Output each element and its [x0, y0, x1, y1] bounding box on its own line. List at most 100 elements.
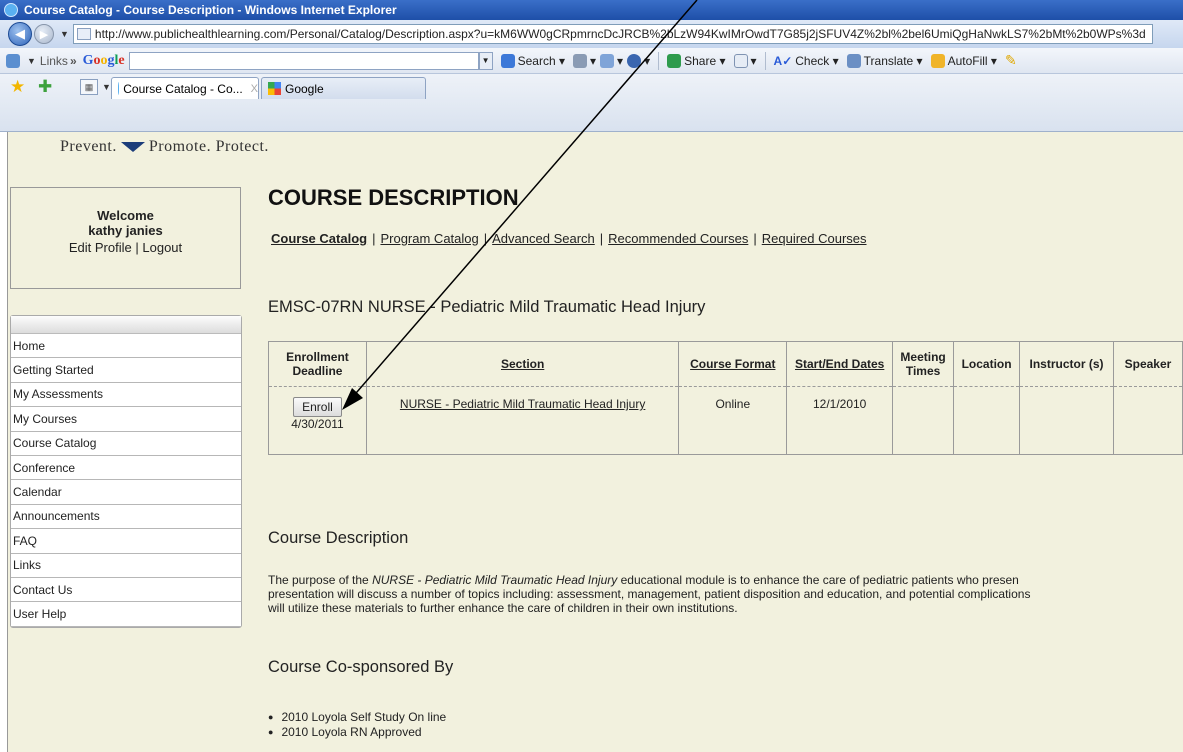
welcome-box: Welcome kathy janies Edit Profile | Logo… — [10, 187, 241, 289]
subnav-program-catalog[interactable]: Program Catalog — [380, 231, 478, 246]
sidebar-item-my-assessments[interactable]: My Assessments — [11, 382, 241, 408]
links-dropdown-icon[interactable]: ▼ — [27, 56, 36, 66]
plus-icon — [600, 53, 615, 68]
google-search-dropdown-icon[interactable]: ▼ — [478, 51, 493, 70]
search-label: Search — [517, 53, 556, 68]
description-line-1: The purpose of the NURSE - Pediatric Mil… — [268, 573, 1183, 587]
browser-window: Course Catalog - Course Description - Wi… — [0, 0, 1183, 752]
translate-label: Translate — [863, 53, 914, 68]
sidewiki-button[interactable]: ▾ — [733, 53, 757, 68]
sidebar-item-links[interactable]: Links — [11, 553, 241, 578]
back-arrow-icon[interactable]: ◀ — [8, 22, 32, 46]
tab-google[interactable]: Google — [261, 77, 426, 99]
header-section-label: Section — [500, 357, 545, 371]
sidebar-item-faq[interactable]: FAQ — [11, 529, 241, 554]
page-content: Prevent. Promote. Protect. Welcome kathy … — [0, 132, 1183, 752]
sidebar-nav: Home Getting Started My Assessments My C… — [10, 315, 242, 628]
sidebar-item-user-help[interactable]: User Help — [11, 602, 241, 627]
subnav-recommended-courses[interactable]: Recommended Courses — [608, 231, 748, 246]
course-description-heading: Course Description — [268, 529, 409, 547]
tab-close-icon[interactable]: X — [251, 83, 258, 95]
description-suffix: educational module is to enhance the car… — [617, 573, 1019, 587]
translate-icon — [846, 53, 861, 68]
forward-arrow-icon[interactable]: ▶ — [34, 24, 54, 44]
description-prefix: The purpose of the — [268, 573, 373, 587]
cell-speaker — [1112, 386, 1183, 455]
cell-enrollment: Enroll 4/30/2011 — [268, 386, 367, 455]
toolbar-separator — [764, 51, 766, 70]
search-button[interactable]: Search ▾ — [500, 53, 565, 68]
enroll-button[interactable]: Enroll — [293, 397, 342, 417]
sections-table: Enrollment Deadline Section Course Forma… — [268, 341, 1183, 455]
subnav-course-catalog[interactable]: Course Catalog — [271, 231, 367, 246]
edit-profile-link[interactable]: Edit Profile — [69, 240, 132, 255]
ie-logo-icon — [4, 3, 18, 17]
sidebar-header — [11, 316, 241, 334]
autofill-button[interactable]: AutoFill ▾ — [930, 53, 997, 68]
toolbar-options-icon[interactable] — [6, 53, 20, 68]
cell-course-format: Online — [678, 386, 788, 455]
course-title: EMSC-07RN NURSE - Pediatric Mild Traumat… — [268, 298, 706, 316]
window-title-bar: Course Catalog - Course Description - Wi… — [0, 0, 1183, 20]
section-link[interactable]: NURSE - Pediatric Mild Traumatic Head In… — [400, 397, 645, 411]
site-logo-icon — [120, 142, 145, 153]
autofill-label: AutoFill — [947, 53, 988, 68]
header-enrollment-deadline: Enrollment Deadline — [268, 341, 367, 387]
spellcheck-icon: A✓ — [773, 53, 793, 68]
add-favorites-icon[interactable]: ✚ — [38, 77, 52, 97]
subnav-required-courses[interactable]: Required Courses — [762, 231, 867, 246]
cell-instructors — [1019, 386, 1114, 455]
page-icon — [76, 28, 91, 40]
header-course-format[interactable]: Course Format — [678, 341, 788, 387]
sidebar-list: Home Getting Started My Assessments My C… — [11, 334, 241, 627]
subnav-advanced-search[interactable]: Advanced Search — [492, 231, 595, 246]
cell-meeting-times — [892, 386, 955, 455]
autofill-icon — [930, 53, 945, 68]
gmail-icon — [627, 53, 642, 68]
header-location: Location — [953, 341, 1021, 387]
cosponsor-heading: Course Co-sponsored By — [268, 658, 454, 676]
tab-label: Course Catalog - Co... — [123, 81, 243, 96]
cell-dates: 12/1/2010 — [786, 386, 894, 455]
window-title: Course Catalog - Course Description - Wi… — [24, 3, 397, 17]
address-input[interactable]: http://www.publichealthlearning.com/Pers… — [72, 24, 1153, 44]
logout-link[interactable]: Logout — [142, 240, 182, 255]
sidebar-item-conference[interactable]: Conference — [11, 455, 241, 481]
table-header-row: Enrollment Deadline Section Course Forma… — [268, 341, 1183, 387]
course-description-text: The purpose of the NURSE - Pediatric Mil… — [268, 573, 1183, 615]
highlighter-icon[interactable]: ✎ — [1005, 52, 1017, 69]
cosponsor-list: 2010 Loyola Self Study On line 2010 Loyo… — [268, 710, 446, 740]
sidebar-item-course-catalog[interactable]: Course Catalog — [11, 431, 241, 456]
share-button[interactable]: Share ▾ — [667, 53, 726, 68]
sidebar-item-my-courses[interactable]: My Courses — [11, 407, 241, 432]
toolbar-separator — [658, 51, 660, 70]
tab-list-dropdown-icon[interactable]: ▼ — [102, 82, 111, 92]
spellcheck-button[interactable]: A✓ Check ▾ — [774, 54, 839, 68]
header-start-end-dates[interactable]: Start/End Dates — [786, 341, 894, 387]
sidebar-item-calendar[interactable]: Calendar — [11, 480, 241, 505]
quick-tabs-icon[interactable]: ▦ — [80, 79, 98, 95]
sidebar-item-getting-started[interactable]: Getting Started — [11, 358, 241, 383]
favorites-star-icon[interactable]: ★ — [10, 77, 25, 97]
header-dates-label: Start/End Dates — [794, 357, 885, 371]
cell-location — [953, 386, 1021, 455]
enrollment-deadline: 4/30/2011 — [291, 417, 344, 431]
header-instructors: Instructor (s) — [1019, 341, 1114, 387]
tagline-prevent: Prevent. — [60, 138, 117, 155]
header-course-format-label: Course Format — [690, 357, 776, 371]
description-line-2: presentation will discuss a number of to… — [268, 587, 1031, 601]
google-toolbar-label: Google — [82, 52, 125, 68]
check-label: Check — [795, 53, 830, 68]
tab-course-catalog[interactable]: Course Catalog - Co... X — [111, 77, 259, 99]
sidebar-item-home[interactable]: Home — [11, 334, 241, 359]
toolbar-buttons-group[interactable]: ▾ ▾ ▾ — [573, 53, 650, 68]
sidebar-item-announcements[interactable]: Announcements — [11, 504, 241, 530]
catalog-subnav: Course Catalog | Program Catalog | Advanced … — [271, 231, 867, 246]
history-dropdown-icon[interactable]: ▼ — [60, 29, 69, 39]
share-label: Share — [684, 53, 717, 68]
google-search-input[interactable] — [128, 51, 479, 70]
header-section[interactable]: Section — [365, 341, 680, 387]
translate-button[interactable]: Translate ▾ — [846, 53, 923, 68]
sidebar-item-contact-us[interactable]: Contact Us — [11, 577, 241, 603]
links-label[interactable]: Links — [40, 54, 68, 68]
